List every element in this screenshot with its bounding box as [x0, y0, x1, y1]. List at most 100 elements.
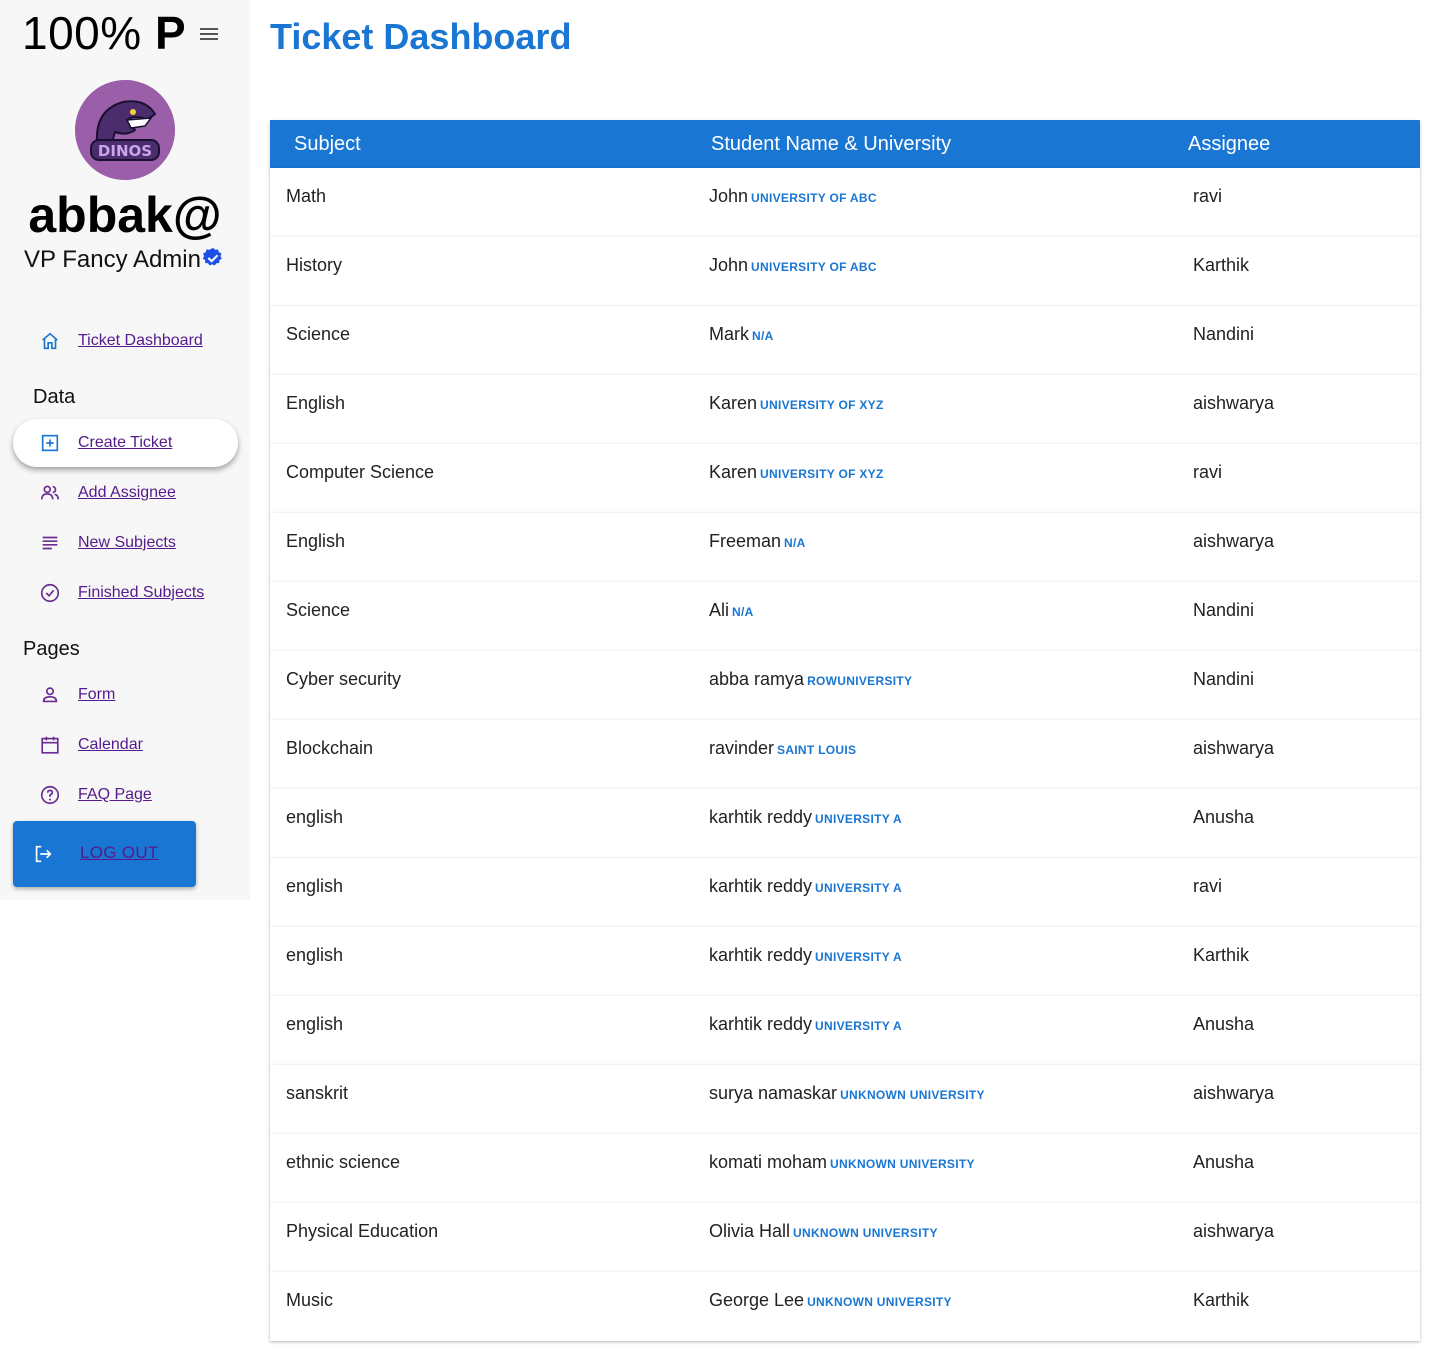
university-label: UNKNOWN UNIVERSITY — [830, 1157, 975, 1171]
table-row[interactable]: Science Ali N/A Nandini — [270, 582, 1420, 651]
assignee-cell: Nandini — [1193, 669, 1255, 689]
university-label: UNKNOWN UNIVERSITY — [793, 1226, 938, 1240]
table-row[interactable]: sanskrit surya namaskar UNKNOWN UNIVERSITY… — [270, 1065, 1420, 1134]
student-name: Karen — [709, 462, 758, 482]
assignee-cell: ravi — [1193, 186, 1223, 206]
help-icon — [40, 785, 60, 805]
subject-cell: english — [286, 807, 344, 827]
assignee-cell: Anusha — [1193, 1014, 1255, 1034]
nav-create-ticket[interactable]: Create Ticket — [13, 419, 238, 467]
university-label: UNIVERSITY OF XYZ — [760, 467, 884, 481]
nav-form[interactable]: Form — [13, 671, 238, 719]
student-cell: karhtik reddy UNIVERSITY A — [709, 1014, 902, 1035]
assignee-cell: Anusha — [1193, 1152, 1255, 1172]
student-cell: karhtik reddy UNIVERSITY A — [709, 807, 902, 828]
assignee-cell: ravi — [1193, 876, 1223, 896]
section-data-label: Data — [33, 386, 76, 408]
assignee-cell: aishwarya — [1193, 393, 1275, 413]
check-circle-icon — [40, 583, 60, 603]
student-cell: karhtik reddy UNIVERSITY A — [709, 945, 902, 966]
university-label: UNIVERSITY OF ABC — [751, 191, 877, 205]
subject-cell: sanskrit — [286, 1083, 349, 1103]
table-row[interactable]: Physical Education Olivia Hall UNKNOWN UNI… — [270, 1203, 1420, 1272]
subject-cell: Computer Science — [286, 462, 435, 482]
subject-cell: ethnic science — [286, 1152, 401, 1172]
menu-icon[interactable] — [200, 28, 220, 42]
table-body: Math John UNIVERSITY OF ABC ravi History John… — [270, 168, 1420, 1341]
assignee-cell: Anusha — [1193, 807, 1255, 827]
people-icon — [40, 485, 60, 500]
subject-cell: Science — [286, 324, 351, 344]
student-cell: abba ramya ROWUNIVERSITY — [709, 669, 912, 690]
subject-cell: Music — [286, 1290, 334, 1310]
user-role: VP Fancy Admin — [24, 246, 224, 274]
page-title: Ticket Dashboard — [270, 16, 572, 57]
subject-cell: Cyber security — [286, 669, 402, 689]
nav-calendar[interactable]: Calendar — [13, 721, 238, 769]
student-name: komati moham — [709, 1152, 828, 1172]
home-icon — [42, 332, 58, 350]
student-cell: Ali N/A — [709, 600, 754, 621]
student-name: karhtik reddy — [709, 807, 813, 827]
subject-cell: english — [286, 876, 344, 896]
table-row[interactable]: Computer Science Karen UNIVERSITY OF XYZ ra… — [270, 444, 1420, 513]
subject-cell: english — [286, 1014, 344, 1034]
student-name: George Lee — [709, 1290, 805, 1310]
student-name: surya namaskar — [709, 1083, 838, 1103]
student-cell: Olivia Hall UNKNOWN UNIVERSITY — [709, 1221, 938, 1242]
assignee-cell: aishwarya — [1193, 531, 1275, 551]
table-row[interactable]: english karhtik reddy UNIVERSITY A Anusha — [270, 996, 1420, 1065]
table-row[interactable]: english karhtik reddy UNIVERSITY A Karthik — [270, 927, 1420, 996]
table-row[interactable]: History John UNIVERSITY OF ABC Karthik — [270, 237, 1420, 306]
table-row[interactable]: Music George Lee UNKNOWN UNIVERSITY Karthik — [270, 1272, 1420, 1341]
university-label: UNIVERSITY A — [815, 1019, 902, 1033]
student-name: abba ramya — [709, 669, 805, 689]
assignee-cell: Nandini — [1193, 324, 1255, 344]
university-label: UNIVERSITY OF XYZ — [760, 398, 884, 412]
nav-add-assignee[interactable]: Add Assignee — [13, 469, 238, 517]
header-assignee[interactable]: Assignee — [1188, 120, 1270, 168]
assignee-cell: Karthik — [1193, 255, 1250, 275]
student-cell: Karen UNIVERSITY OF XYZ — [709, 462, 884, 483]
assignee-cell: aishwarya — [1193, 738, 1275, 758]
table-row[interactable]: english karhtik reddy UNIVERSITY A ravi — [270, 858, 1420, 927]
table-header: Subject Student Name & University Assign… — [270, 120, 1420, 168]
list-icon — [42, 536, 58, 550]
student-name: karhtik reddy — [709, 1014, 813, 1034]
nav-ticket-dashboard[interactable]: Ticket Dashboard — [13, 317, 238, 365]
student-name: John — [709, 186, 749, 206]
tickets-table: Subject Student Name & University Assign… — [270, 120, 1420, 1341]
table-row[interactable]: Science Mark N/A Nandini — [270, 306, 1420, 375]
university-label: N/A — [752, 329, 774, 343]
table-row[interactable]: english karhtik reddy UNIVERSITY A Anusha — [270, 789, 1420, 858]
table-row[interactable]: Blockchain ravinder SAINT LOUIS aishwarya — [270, 720, 1420, 789]
header-student[interactable]: Student Name & University — [711, 120, 951, 168]
table-row[interactable]: ethnic science komati moham UNKNOWN UNIVER… — [270, 1134, 1420, 1203]
subject-cell: History — [286, 255, 343, 275]
university-label: UNIVERSITY OF ABC — [751, 260, 877, 274]
table-row[interactable]: Cyber security abba ramya ROWUNIVERSITY Nan… — [270, 651, 1420, 720]
university-label: UNIVERSITY A — [815, 881, 902, 895]
subject-cell: English — [286, 393, 346, 413]
nav-finished-subjects[interactable]: Finished Subjects — [13, 569, 238, 617]
table-row[interactable]: English Karen UNIVERSITY OF XYZ aishwarya — [270, 375, 1420, 444]
calendar-icon — [41, 736, 59, 754]
nav-new-subjects[interactable]: New Subjects — [13, 519, 238, 567]
table-row[interactable]: English Freeman N/A aishwarya — [270, 513, 1420, 582]
brand-logo: 100% P — [22, 7, 187, 59]
logout-icon — [35, 845, 52, 863]
student-cell: John UNIVERSITY OF ABC — [709, 255, 877, 276]
student-cell: ravinder SAINT LOUIS — [709, 738, 856, 759]
table-row[interactable]: Math John UNIVERSITY OF ABC ravi — [270, 168, 1420, 237]
assignee-cell: Karthik — [1193, 1290, 1250, 1310]
assignee-cell: aishwarya — [1193, 1083, 1275, 1103]
student-name: Karen — [709, 393, 758, 413]
nav-faq[interactable]: FAQ Page — [13, 771, 238, 819]
header-subject[interactable]: Subject — [294, 120, 361, 168]
student-cell: Mark N/A — [709, 324, 774, 345]
student-name: Freeman — [709, 531, 782, 551]
university-label: SAINT LOUIS — [777, 743, 857, 757]
student-name: karhtik reddy — [709, 945, 813, 965]
university-label: N/A — [784, 536, 806, 550]
logout-button[interactable]: LOG OUT — [13, 821, 196, 887]
